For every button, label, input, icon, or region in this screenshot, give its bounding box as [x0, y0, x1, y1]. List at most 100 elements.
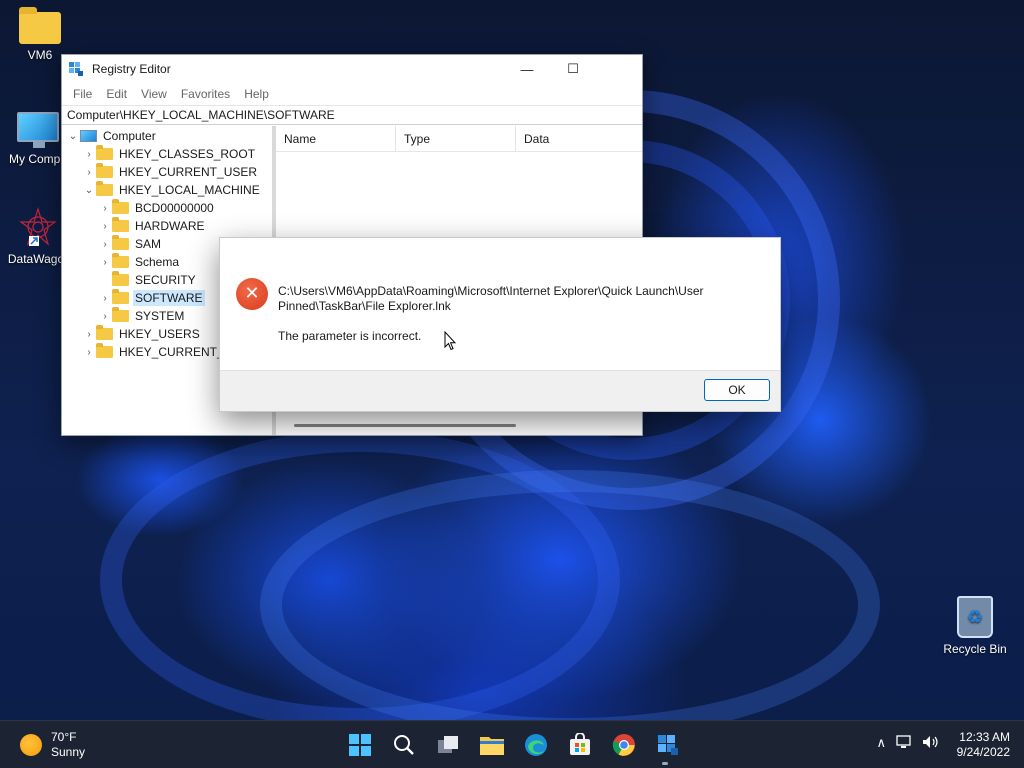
error-dialog[interactable]: ✕ C:\Users\VM6\AppData\Roaming\Microsoft… — [219, 237, 781, 412]
folder-icon — [112, 199, 129, 214]
error-message: The parameter is incorrect. — [278, 329, 422, 343]
collapsed-chevron-icon[interactable]: › — [98, 293, 112, 304]
folder-icon — [96, 343, 113, 358]
tree-item[interactable]: › HKEY_CURRENT_USER — [62, 163, 272, 181]
list-header: Name Type Data — [276, 125, 642, 152]
chrome-button[interactable] — [602, 728, 646, 762]
taskbar: 70°F Sunny ∧ 12:33 AM 9/24/2022 — [0, 720, 1024, 768]
sun-icon — [20, 734, 42, 756]
collapsed-chevron-icon[interactable]: › — [98, 311, 112, 322]
tree-item-label: SECURITY — [135, 273, 196, 287]
error-icon: ✕ — [236, 278, 268, 310]
ok-button[interactable]: OK — [704, 379, 770, 401]
tree-item-label: BCD00000000 — [135, 201, 214, 215]
tree-item[interactable]: › BCD00000000 — [62, 199, 272, 217]
svg-text:♻: ♻ — [967, 607, 983, 628]
maximize-button[interactable]: ☐ — [550, 55, 596, 83]
folder-icon — [19, 7, 61, 44]
folder-icon — [96, 145, 113, 160]
recycle-bin-icon: ♻ — [957, 596, 993, 638]
tree-item-label: SYSTEM — [135, 309, 185, 323]
window-title: Registry Editor — [92, 62, 171, 76]
folder-icon — [112, 235, 129, 250]
taskbar-clock[interactable]: 12:33 AM 9/24/2022 — [957, 730, 1010, 760]
weather-condition: Sunny — [51, 745, 86, 759]
minimize-button[interactable]: — — [504, 55, 550, 83]
chrome-icon — [612, 734, 635, 756]
menu-favorites[interactable]: Favorites — [174, 87, 237, 101]
column-name[interactable]: Name — [276, 125, 396, 152]
horizontal-scrollbar[interactable] — [294, 424, 516, 427]
tree-item-label: SAM — [135, 237, 162, 251]
collapsed-chevron-icon[interactable]: › — [98, 257, 112, 268]
address-bar[interactable]: Computer\HKEY_LOCAL_MACHINE\SOFTWARE — [62, 105, 642, 125]
search-button[interactable] — [382, 728, 426, 762]
folder-icon — [112, 253, 129, 268]
collapsed-chevron-icon[interactable]: › — [82, 347, 96, 358]
tree-item-label: SOFTWARE — [133, 290, 205, 306]
computer-icon — [80, 130, 97, 142]
show-hidden-icons-button[interactable]: ∧ — [876, 735, 886, 752]
folder-icon — [96, 163, 113, 178]
dialog-footer: OK — [220, 370, 780, 411]
system-tray: ∧ — [866, 735, 940, 752]
file-explorer-button[interactable] — [470, 728, 514, 762]
search-icon — [394, 735, 414, 755]
folder-icon — [112, 289, 129, 304]
folder-icon — [96, 325, 113, 340]
regedit-icon — [658, 735, 678, 755]
menu-help[interactable]: Help — [237, 87, 276, 101]
tree-item[interactable]: › HARDWARE — [62, 217, 272, 235]
tree-item[interactable]: ⌄ HKEY_LOCAL_MACHINE — [62, 181, 272, 199]
wallpaper-swirl — [260, 470, 880, 740]
expanded-chevron-icon[interactable]: ⌄ — [66, 131, 80, 142]
mouse-cursor-icon — [444, 331, 456, 351]
regedit-taskbar-button[interactable] — [646, 728, 690, 762]
close-button[interactable] — [596, 55, 642, 83]
collapsed-chevron-icon[interactable]: › — [82, 329, 96, 340]
store-button[interactable] — [558, 728, 602, 762]
regedit-icon — [69, 62, 83, 76]
column-type[interactable]: Type — [396, 125, 516, 152]
start-button[interactable] — [338, 728, 382, 762]
folder-icon — [112, 217, 129, 232]
desktop-icon-recycle-bin[interactable]: ♻ Recycle Bin — [937, 596, 1013, 656]
expanded-chevron-icon[interactable]: ⌄ — [82, 185, 96, 196]
collapsed-chevron-icon[interactable]: › — [82, 149, 96, 160]
task-view-button[interactable] — [426, 728, 470, 762]
weather-temperature: 70°F — [51, 730, 77, 744]
file-explorer-icon — [480, 737, 504, 755]
error-path: C:\Users\VM6\AppData\Roaming\Microsoft\I… — [278, 284, 704, 313]
folder-icon — [112, 307, 129, 322]
start-icon — [349, 734, 371, 756]
collapsed-chevron-icon[interactable]: › — [98, 221, 112, 232]
menu-bar: File Edit View Favorites Help — [62, 83, 642, 105]
desktop-icon-label: Recycle Bin — [943, 642, 1007, 656]
edge-icon — [525, 734, 547, 756]
tree-item[interactable]: › HKEY_CLASSES_ROOT — [62, 145, 272, 163]
collapsed-chevron-icon[interactable]: › — [98, 203, 112, 214]
menu-edit[interactable]: Edit — [99, 87, 134, 101]
edge-button[interactable] — [514, 728, 558, 762]
column-data[interactable]: Data — [516, 126, 636, 152]
weather-widget[interactable]: 70°F Sunny — [20, 730, 85, 760]
store-icon — [570, 733, 590, 755]
computer-icon — [17, 112, 59, 148]
collapsed-chevron-icon[interactable]: › — [82, 167, 96, 178]
volume-icon[interactable] — [922, 735, 940, 752]
tree-item-label: HKEY_USERS — [119, 327, 200, 341]
task-view-icon — [438, 736, 458, 753]
tree-item-label: Computer — [103, 129, 156, 143]
menu-view[interactable]: View — [134, 87, 174, 101]
tree-item[interactable]: ⌄ Computer — [62, 127, 272, 145]
tree-item-label: HARDWARE — [135, 219, 205, 233]
title-bar[interactable]: Registry Editor — ☐ — [62, 55, 642, 83]
network-icon[interactable] — [896, 735, 912, 752]
dialog-title-bar[interactable] — [220, 238, 780, 266]
tree-item-label: HKEY_CLASSES_ROOT — [119, 147, 256, 161]
active-app-indicator — [662, 762, 668, 765]
collapsed-chevron-icon[interactable]: › — [98, 239, 112, 250]
folder-icon — [112, 271, 129, 286]
menu-file[interactable]: File — [66, 87, 99, 101]
tree-item-label: HKEY_LOCAL_MACHINE — [119, 183, 260, 197]
